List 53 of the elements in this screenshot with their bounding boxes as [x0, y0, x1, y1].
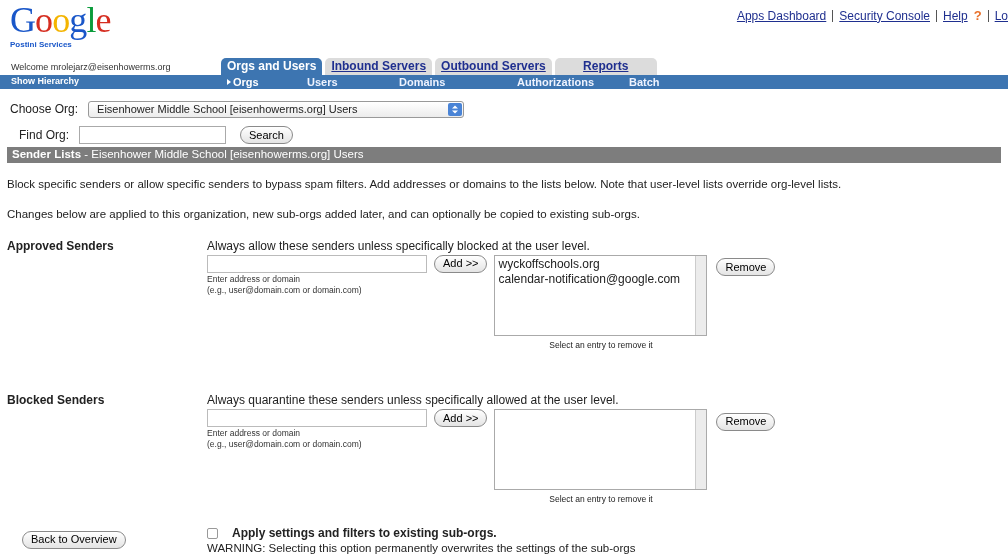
org-select[interactable]: Eisenhower Middle School [eisenhowerms.org] Users	[88, 100, 465, 118]
sub-nav-link[interactable]: Domains	[399, 73, 511, 91]
help-icon: ?	[973, 6, 982, 26]
address-field[interactable]	[207, 409, 427, 428]
sub-nav-link[interactable]: Orgs	[227, 73, 301, 91]
top-link[interactable]: Apps Dashboard	[736, 6, 827, 25]
entries-listbox[interactable]	[494, 409, 708, 491]
list-description: Always quarantine these senders unless specifically allowed at the user level.	[207, 392, 620, 410]
choose-org-label: Choose Org:	[10, 101, 79, 118]
add-button[interactable]: Add >>	[434, 254, 488, 273]
hint-text: Enter address or domain	[207, 428, 302, 439]
warning-text: WARNING: Selecting this option permanently overwrites the settings of the sub-orgs	[207, 542, 636, 555]
apply-label: Apply settings and filters to existing sub-orgs.	[232, 525, 497, 542]
listbox-caption: Select an entry to remove it	[549, 493, 653, 506]
top-link[interactable]: Security Console	[839, 6, 930, 25]
hint-text: Enter address or domain	[207, 273, 302, 284]
top-link[interactable]: Lo	[994, 6, 1008, 25]
logo-subtitle: Postini Services	[10, 40, 73, 49]
welcome-text: Welcome mrolejarz@eisenhowerms.org	[11, 60, 172, 74]
sub-nav-link[interactable]: Authorizations	[517, 73, 623, 91]
list-entry[interactable]: calendar-notification@google.com	[498, 271, 696, 287]
list-description: Always allow these senders unless specifically blocked at the user level.	[207, 237, 591, 255]
section-title: Sender Lists	[12, 147, 82, 163]
list-label: Blocked Senders	[7, 392, 106, 410]
find-org-field[interactable]	[79, 126, 226, 144]
search-button[interactable]: Search	[240, 126, 293, 145]
intro-paragraph: Block specific senders or allow specific senders to bypass spam filters. Add addresses or domains to the lists below. Note that user-level lists override org-level lists.	[7, 177, 843, 192]
listbox-caption: Select an entry to remove it	[549, 338, 653, 352]
sub-nav-link[interactable]: Batch	[629, 73, 689, 91]
list-label: Approved Senders	[7, 237, 115, 255]
google-logo: Google	[10, 0, 111, 40]
apply-checkbox[interactable]	[207, 527, 218, 539]
top-link[interactable]: Help	[943, 6, 968, 25]
show-hierarchy-link[interactable]: Show Hierarchy	[11, 75, 221, 89]
nav-tab[interactable]: Outbound Servers	[435, 58, 552, 75]
nav-tab[interactable]: Orgs and Users	[221, 58, 323, 75]
find-org-label: Find Org:	[19, 127, 69, 144]
entries-listbox[interactable]: wyckoffschools.org calendar-notification@google.com	[494, 254, 708, 336]
section-subtitle: - Eisenhower Middle School [eisenhowerms.org] Users	[83, 147, 364, 163]
intro-paragraph: Changes below are applied to this organization, new sub-orgs added later, and can optionally be copied to existing sub-orgs.	[7, 207, 641, 223]
add-button[interactable]: Add >>	[434, 409, 488, 428]
hint-text: (e.g., user@domain.com or domain.com)	[207, 284, 363, 295]
dropdown-icon	[448, 102, 463, 116]
back-to-overview-button[interactable]: Back to Overview	[22, 530, 126, 549]
caret-icon	[227, 79, 231, 85]
sub-nav-link[interactable]: Users	[307, 73, 393, 91]
remove-button[interactable]: Remove	[716, 258, 776, 276]
nav-tab[interactable]: Inbound Servers	[325, 58, 433, 75]
list-entry[interactable]: wyckoffschools.org	[498, 256, 696, 272]
remove-button[interactable]: Remove	[716, 412, 776, 431]
hint-text: (e.g., user@domain.com or domain.com)	[207, 439, 363, 450]
address-field[interactable]	[207, 254, 427, 273]
nav-tab[interactable]: Reports	[554, 58, 657, 75]
